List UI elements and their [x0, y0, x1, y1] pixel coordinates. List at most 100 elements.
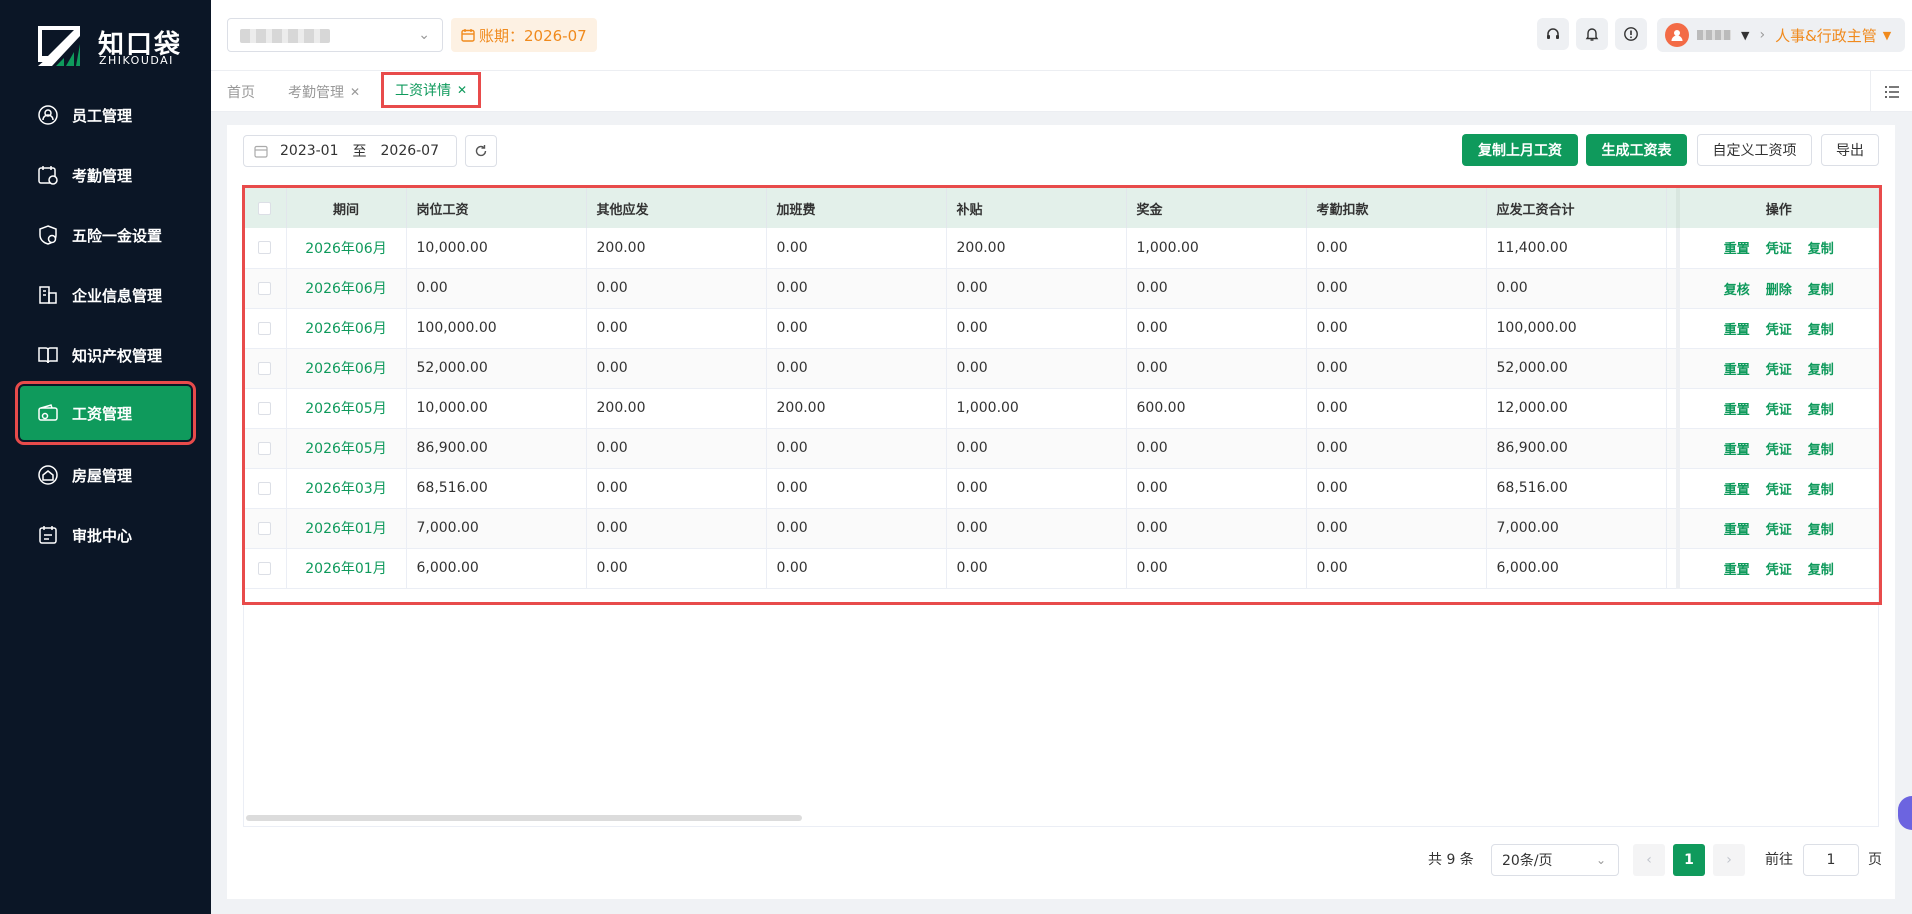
action-link[interactable]: 重置	[1724, 523, 1750, 538]
row-checkbox-cell[interactable]	[244, 308, 287, 348]
row-checkbox-cell[interactable]	[244, 468, 287, 508]
table-row[interactable]: 2026年05月 10,000.00 200.00 200.00 1,000.00 600…	[244, 388, 1879, 428]
row-checkbox[interactable]	[258, 481, 272, 495]
tab-attendance[interactable]: 考勤管理 ✕	[288, 71, 360, 112]
cell-period[interactable]: 2026年06月	[286, 348, 407, 388]
sidebar-item-employee[interactable]: 员工管理	[20, 88, 191, 142]
date-start[interactable]: 2023-01	[280, 143, 339, 159]
row-checkbox-cell[interactable]	[244, 428, 287, 468]
info-button[interactable]	[1615, 18, 1647, 50]
action-link[interactable]: 复制	[1808, 363, 1834, 378]
action-link[interactable]: 复制	[1808, 483, 1834, 498]
action-link[interactable]: 复制	[1808, 523, 1834, 538]
prev-page-button[interactable]: ‹	[1633, 844, 1665, 876]
row-checkbox-cell[interactable]	[244, 228, 287, 268]
export-button[interactable]: 导出	[1821, 134, 1879, 166]
user-menu[interactable]: ▼ › 人事&行政主管 ▼	[1657, 18, 1905, 52]
date-end[interactable]: 2026-07	[381, 143, 440, 159]
action-link[interactable]: 复制	[1808, 283, 1834, 298]
action-link[interactable]: 删除	[1766, 283, 1792, 298]
row-checkbox[interactable]	[258, 361, 272, 375]
close-icon[interactable]: ✕	[457, 83, 467, 97]
action-link[interactable]: 复制	[1808, 242, 1834, 257]
app-logo[interactable]: 知口袋 ZHIKOUDAI	[36, 22, 186, 70]
row-checkbox-cell[interactable]	[244, 508, 287, 548]
sidebar-item-book[interactable]: 知识产权管理	[20, 328, 191, 382]
sidebar-item-approval[interactable]: 审批中心	[20, 508, 191, 562]
table-row[interactable]: 2026年06月 100,000.00 0.00 0.00 0.00 0.00 0.00 10…	[244, 308, 1879, 348]
action-link[interactable]: 凭证	[1766, 323, 1792, 338]
custom-salary-items-button[interactable]: 自定义工资项	[1697, 134, 1812, 166]
cell-period[interactable]: 2026年06月	[286, 268, 407, 308]
action-link[interactable]: 重置	[1724, 403, 1750, 418]
cell-period[interactable]: 2026年05月	[286, 428, 407, 468]
action-link[interactable]: 复制	[1808, 443, 1834, 458]
action-link[interactable]: 凭证	[1766, 363, 1792, 378]
row-checkbox[interactable]	[258, 521, 272, 535]
copy-last-month-button[interactable]: 复制上月工资	[1462, 134, 1578, 166]
company-select[interactable]: ⌄	[227, 18, 443, 52]
table-row[interactable]: 2026年06月 0.00 0.00 0.00 0.00 0.00 0.00 0.00 复核 删除…	[244, 268, 1879, 308]
action-link[interactable]: 凭证	[1766, 483, 1792, 498]
action-link[interactable]: 重置	[1724, 242, 1750, 257]
action-link[interactable]: 凭证	[1766, 403, 1792, 418]
date-range-picker[interactable]: 2023-01 至 2026-07	[243, 135, 457, 167]
cell-period[interactable]: 2026年06月	[286, 228, 407, 268]
row-checkbox-cell[interactable]	[244, 268, 287, 308]
action-link[interactable]: 重置	[1724, 323, 1750, 338]
sidebar-item-insurance[interactable]: 五险一金设置	[20, 208, 191, 262]
action-link[interactable]: 复制	[1808, 323, 1834, 338]
row-checkbox[interactable]	[258, 241, 272, 255]
table-row[interactable]: 2026年06月 52,000.00 0.00 0.00 0.00 0.00 0.00 52,…	[244, 348, 1879, 388]
action-link[interactable]: 重置	[1724, 563, 1750, 578]
page-number-button[interactable]: 1	[1673, 844, 1705, 876]
action-link[interactable]: 重置	[1724, 363, 1750, 378]
tab-salary-detail[interactable]: 工资详情 ✕	[381, 72, 482, 108]
next-page-button[interactable]: ›	[1713, 844, 1745, 876]
action-link[interactable]: 凭证	[1766, 563, 1792, 578]
tab-home[interactable]: 首页	[227, 71, 255, 112]
page-size-select[interactable]: 20条/页 ⌄	[1491, 844, 1619, 876]
action-link[interactable]: 复核	[1724, 283, 1750, 298]
table-row[interactable]: 2026年06月 10,000.00 200.00 0.00 200.00 1,000.0…	[244, 228, 1879, 268]
action-link[interactable]: 重置	[1724, 483, 1750, 498]
table-row[interactable]: 2026年01月 7,000.00 0.00 0.00 0.00 0.00 0.00 7,00…	[244, 508, 1879, 548]
row-checkbox-cell[interactable]	[244, 548, 287, 588]
action-link[interactable]: 重置	[1724, 443, 1750, 458]
table-row[interactable]: 2026年03月 68,516.00 0.00 0.00 0.00 0.00 0.00 68,…	[244, 468, 1879, 508]
support-button[interactable]	[1537, 18, 1569, 50]
row-checkbox[interactable]	[258, 321, 272, 335]
action-link[interactable]: 凭证	[1766, 242, 1792, 257]
notifications-button[interactable]	[1576, 18, 1608, 50]
cell-period[interactable]: 2026年01月	[286, 508, 407, 548]
horizontal-scrollbar[interactable]	[246, 815, 802, 821]
close-icon[interactable]: ✕	[350, 85, 360, 99]
cell-period[interactable]: 2026年06月	[286, 308, 407, 348]
select-all-checkbox-cell[interactable]	[244, 188, 287, 228]
floating-chat-button[interactable]	[1898, 796, 1912, 830]
row-checkbox-cell[interactable]	[244, 348, 287, 388]
row-checkbox[interactable]	[258, 281, 272, 295]
table-row[interactable]: 2026年05月 86,900.00 0.00 0.00 0.00 0.00 0.00 86,…	[244, 428, 1879, 468]
cell-period[interactable]: 2026年03月	[286, 468, 407, 508]
sidebar-item-attendance[interactable]: 考勤管理	[20, 148, 191, 202]
action-link[interactable]: 凭证	[1766, 523, 1792, 538]
cell-period[interactable]: 2026年05月	[286, 388, 407, 428]
row-checkbox[interactable]	[258, 401, 272, 415]
generate-salary-sheet-button[interactable]: 生成工资表	[1586, 134, 1687, 166]
action-link[interactable]: 复制	[1808, 563, 1834, 578]
tab-list-button[interactable]	[1870, 71, 1912, 112]
cell-period[interactable]: 2026年01月	[286, 548, 407, 588]
action-link[interactable]: 复制	[1808, 403, 1834, 418]
table-row[interactable]: 2026年01月 6,000.00 0.00 0.00 0.00 0.00 0.00 6,00…	[244, 548, 1879, 588]
sidebar-item-house[interactable]: 房屋管理	[20, 448, 191, 502]
action-link[interactable]: 凭证	[1766, 443, 1792, 458]
refresh-button[interactable]	[465, 135, 497, 167]
sidebar-item-company[interactable]: 企业信息管理	[20, 268, 191, 322]
row-checkbox[interactable]	[258, 561, 272, 575]
goto-page-input[interactable]: 1	[1803, 844, 1859, 876]
row-checkbox-cell[interactable]	[244, 388, 287, 428]
row-checkbox[interactable]	[258, 441, 272, 455]
select-all-checkbox[interactable]	[258, 201, 272, 215]
sidebar-item-wallet[interactable]: 工资管理	[15, 381, 196, 445]
